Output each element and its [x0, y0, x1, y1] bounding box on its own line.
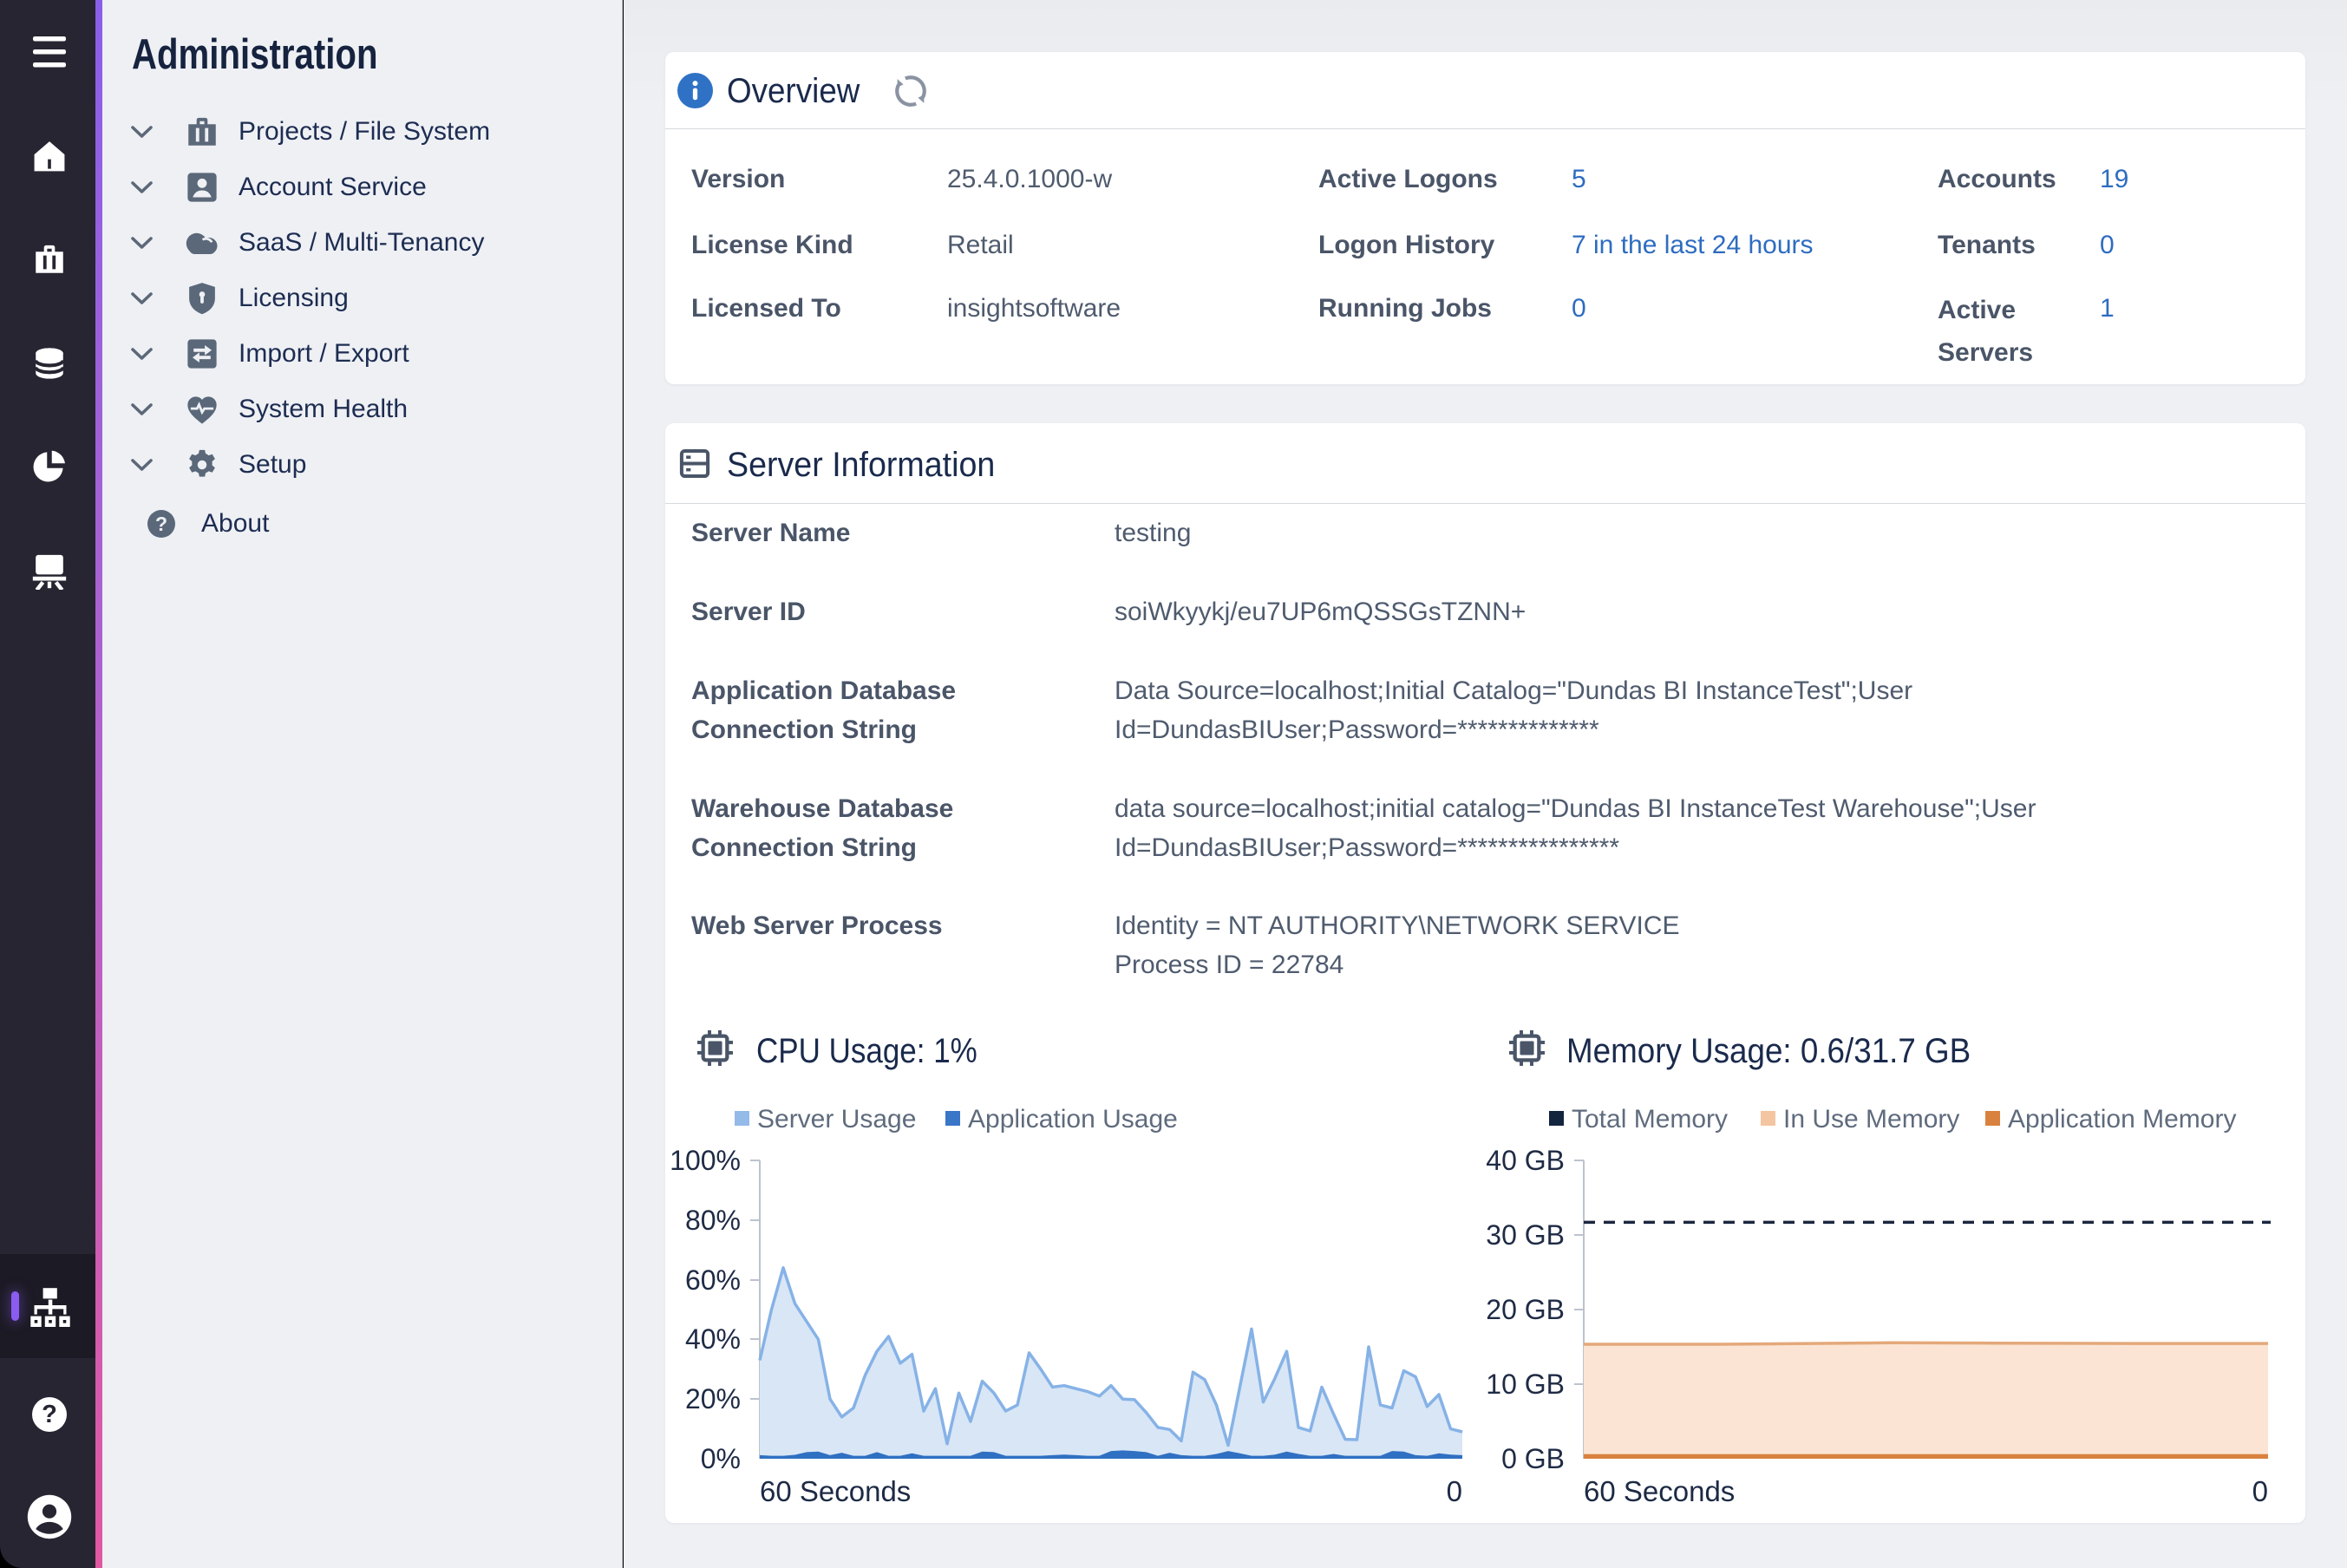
svg-text:80%: 80%: [685, 1205, 741, 1236]
svg-text:60 Seconds: 60 Seconds: [760, 1475, 911, 1507]
svg-text:Memory Usage: 0.6/31.7 GB: Memory Usage: 0.6/31.7 GB: [1566, 1032, 1971, 1071]
svg-text:0 GB: 0 GB: [1501, 1443, 1565, 1474]
svg-text:20%: 20%: [685, 1383, 741, 1414]
svg-text:20 GB: 20 GB: [1486, 1294, 1565, 1325]
svg-text:Application Usage: Application Usage: [968, 1105, 1178, 1134]
svg-text:30 GB: 30 GB: [1486, 1219, 1565, 1251]
svg-text:CPU Usage: 1%: CPU Usage: 1%: [756, 1031, 977, 1070]
svg-text:0%: 0%: [701, 1443, 741, 1474]
svg-text:60%: 60%: [685, 1264, 741, 1296]
svg-text:40%: 40%: [685, 1323, 741, 1355]
svg-text:60 Seconds: 60 Seconds: [1584, 1475, 1735, 1507]
svg-text:Application Memory: Application Memory: [2008, 1105, 2236, 1134]
svg-text:40 GB: 40 GB: [1486, 1145, 1565, 1176]
svg-text:Total Memory: Total Memory: [1572, 1105, 1728, 1134]
svg-text:10 GB: 10 GB: [1486, 1369, 1565, 1400]
svg-text:0: 0: [1447, 1475, 1462, 1507]
svg-text:100%: 100%: [670, 1145, 741, 1176]
svg-text:In Use Memory: In Use Memory: [1783, 1105, 1959, 1134]
svg-text:Server Usage: Server Usage: [757, 1105, 916, 1134]
svg-text:0: 0: [2252, 1475, 2268, 1507]
